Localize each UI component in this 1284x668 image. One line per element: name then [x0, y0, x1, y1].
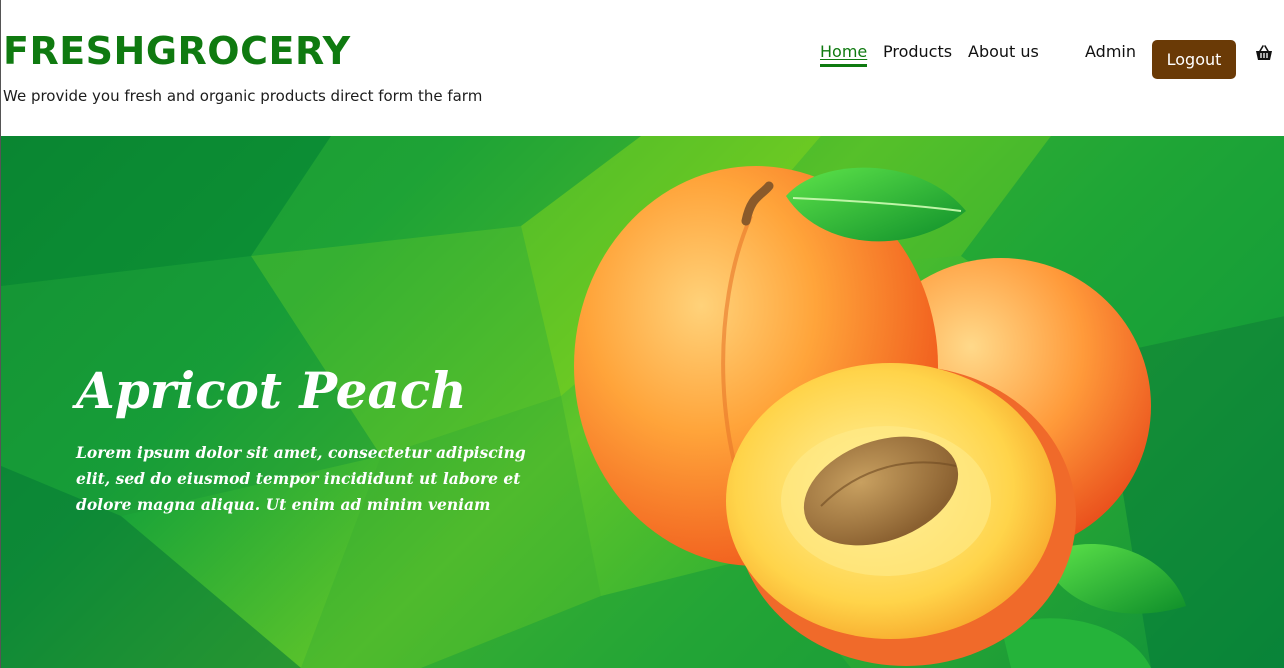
basket-icon[interactable]: [1255, 44, 1273, 62]
nav-admin-link[interactable]: Admin: [1085, 42, 1136, 62]
brand-logo[interactable]: FRESHGROCERY: [3, 28, 351, 74]
page: FRESHGROCERY We provide you fresh and or…: [0, 0, 1284, 668]
tagline: We provide you fresh and organic product…: [3, 87, 483, 105]
site-header: FRESHGROCERY We provide you fresh and or…: [1, 0, 1284, 136]
hero-description: Lorem ipsum dolor sit amet, consectetur …: [76, 443, 526, 514]
hero-banner: Apricot Peach Lorem ipsum dolor sit amet…: [1, 136, 1284, 668]
hero-title: Apricot Peach: [76, 361, 467, 420]
nav-products-link[interactable]: Products: [883, 42, 952, 62]
logout-button[interactable]: Logout: [1152, 40, 1236, 79]
nav-home-link[interactable]: Home: [820, 42, 868, 67]
nav-about-link[interactable]: About us: [968, 42, 1039, 62]
apricot-peach-image: [574, 166, 1186, 668]
